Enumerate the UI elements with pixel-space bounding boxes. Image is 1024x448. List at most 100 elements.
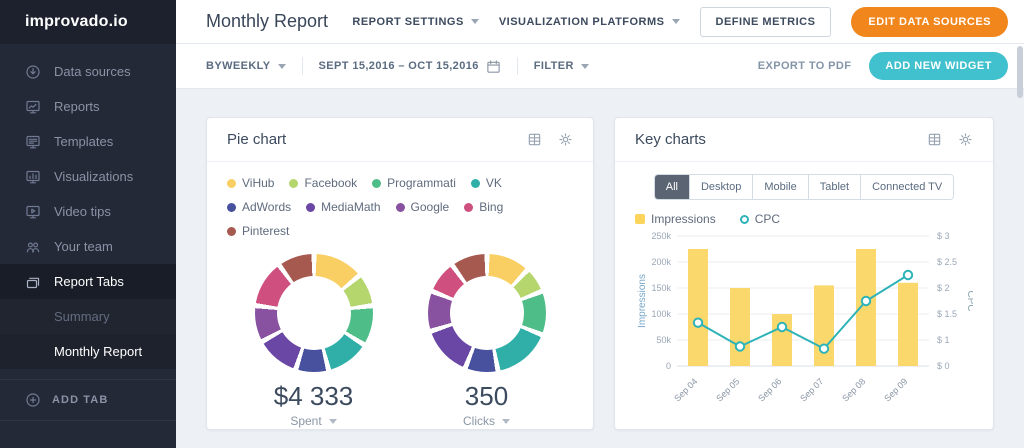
svg-text:0: 0	[666, 361, 671, 371]
svg-text:CPC: CPC	[965, 290, 973, 311]
legend-dot	[227, 202, 236, 212]
device-tabs: All Desktop Mobile Tablet Connected TV	[653, 174, 955, 200]
team-icon	[25, 239, 41, 255]
tab-desktop[interactable]: Desktop	[689, 175, 754, 199]
legend-item-vk[interactable]: VK	[470, 176, 502, 190]
legend-dot	[372, 178, 382, 188]
sidebar-item-visualizations[interactable]: Visualizations	[0, 159, 176, 194]
legend-dot	[395, 202, 405, 212]
sidebar-item-label: Report Tabs	[54, 274, 124, 289]
visualization-platforms-menu[interactable]: VISUALIZATION PLATFORMS	[499, 16, 680, 28]
legend-item-vihub[interactable]: ViHub	[227, 176, 274, 190]
sidebar-item-label: Video tips	[54, 204, 111, 219]
sidebar-subitem-monthly-report[interactable]: Monthly Report	[0, 334, 176, 369]
svg-text:150k: 150k	[651, 283, 671, 293]
legend-dot	[289, 178, 299, 188]
legend-item-impressions[interactable]: Impressions	[635, 212, 716, 226]
svg-text:Sep 06: Sep 06	[756, 376, 783, 403]
chevron-down-icon	[328, 418, 337, 424]
legend-dot	[306, 202, 316, 212]
legend-item-cpc[interactable]: CPC	[739, 212, 780, 226]
legend-item-programmati[interactable]: Programmati	[372, 176, 456, 190]
legend-item-google[interactable]: Google	[395, 200, 450, 214]
sidebar-item-label: Visualizations	[54, 169, 134, 184]
table-view-icon[interactable]	[527, 132, 542, 147]
svg-text:$ 2: $ 2	[937, 283, 950, 293]
date-range-picker[interactable]: SEPT 15,2016 – OCT 15,2016	[319, 59, 501, 74]
export-to-pdf-button[interactable]: EXPORT TO PDF	[758, 60, 852, 72]
clicks-metric-dropdown[interactable]: Clicks	[428, 414, 546, 428]
svg-text:Impressions: Impressions	[637, 274, 648, 328]
legend-item-pinterest[interactable]: Pinterest	[227, 224, 289, 238]
main-content: Pie chart ViHub Facebook Programmati VK AdWo…	[176, 89, 1024, 448]
svg-text:250k: 250k	[651, 231, 671, 241]
filter-dropdown[interactable]: FILTER	[534, 60, 589, 72]
legend-label: Bing	[479, 200, 504, 214]
divider	[301, 57, 303, 75]
visualizations-icon	[25, 169, 41, 185]
legend-label: Google	[410, 200, 450, 214]
tab-tablet[interactable]: Tablet	[808, 175, 862, 199]
combo-legend: Impressions CPC	[635, 212, 973, 226]
add-new-widget-button[interactable]: ADD NEW WIDGET	[869, 52, 1008, 80]
sidebar-item-label: Reports	[54, 99, 100, 114]
divider	[516, 57, 518, 75]
sidebar-item-label: Templates	[54, 134, 114, 149]
edit-data-sources-button[interactable]: EDIT DATA SOURCES	[851, 6, 1008, 37]
sidebar-item-templates[interactable]: Templates	[0, 124, 176, 159]
impressions-cpc-chart: 0 $ 0 50k $ 1 100k $ 1.5 150k $ 2 200k $ 2.5 250k $…	[635, 228, 976, 415]
svg-text:Sep 09: Sep 09	[882, 376, 909, 403]
scrollbar-track	[1017, 46, 1023, 446]
chevron-down-icon	[671, 19, 680, 24]
legend-item-facebook[interactable]: Facebook	[289, 176, 357, 190]
spent-value: $4 333	[273, 381, 354, 411]
legend-dot	[470, 178, 480, 188]
sidebar-item-report-tabs[interactable]: Report Tabs	[0, 264, 176, 299]
spent-metric-dropdown[interactable]: Spent	[255, 414, 373, 428]
gear-icon[interactable]	[958, 132, 973, 147]
sidebar-item-video-tips[interactable]: Video tips	[0, 194, 176, 229]
pie-chart-card: Pie chart ViHub Facebook Programmati VK AdWo…	[206, 117, 594, 430]
donut-column-clicks: 350 Clicks	[427, 254, 546, 428]
legend-label: ViHub	[242, 176, 275, 190]
sidebar-item-reports[interactable]: Reports	[0, 89, 176, 124]
report-settings-menu[interactable]: REPORT SETTINGS	[352, 16, 479, 28]
top-header: Monthly Report REPORT SETTINGS VISUALIZA…	[176, 0, 1024, 44]
svg-text:50k: 50k	[656, 335, 671, 345]
app-logo[interactable]: improvado.io	[0, 0, 176, 44]
svg-text:$ 2.5: $ 2.5	[937, 257, 957, 267]
interval-dropdown[interactable]: BYWEEKLY	[206, 60, 286, 72]
donut-hole	[276, 276, 351, 350]
legend-dot	[464, 202, 474, 212]
legend-item-bing[interactable]: Bing	[464, 200, 503, 214]
table-view-icon[interactable]	[927, 132, 942, 147]
tab-all[interactable]: All	[654, 175, 690, 199]
legend-item-mediamath[interactable]: MediaMath	[306, 200, 381, 214]
tab-mobile[interactable]: Mobile	[753, 175, 809, 199]
legend-dot	[227, 226, 236, 236]
add-tab-button[interactable]: ADD TAB	[0, 379, 176, 421]
tab-connected-tv[interactable]: Connected TV	[861, 175, 954, 199]
pie-card-title: Pie chart	[227, 131, 287, 148]
legend-item-adwords[interactable]: AdWords	[227, 200, 291, 214]
key-charts-card: Key charts All Desktop Mobile Tablet Connect…	[614, 117, 994, 430]
plus-circle-icon	[25, 392, 41, 408]
sidebar-item-your-team[interactable]: Your team	[0, 229, 176, 264]
define-metrics-button[interactable]: DEFINE METRICS	[699, 6, 832, 37]
legend-swatch	[635, 214, 645, 224]
svg-text:200k: 200k	[651, 257, 671, 267]
clicks-value: 350	[464, 381, 509, 411]
chevron-down-icon	[470, 19, 479, 24]
sidebar-item-data-sources[interactable]: Data sources	[0, 54, 176, 89]
svg-text:100k: 100k	[651, 309, 671, 319]
scrollbar-thumb[interactable]	[1017, 46, 1023, 98]
add-tab-label: ADD TAB	[52, 394, 109, 406]
gear-icon[interactable]	[558, 132, 573, 147]
legend-label: MediaMath	[321, 200, 381, 214]
sidebar-subitem-summary[interactable]: Summary	[0, 299, 176, 334]
sidebar: improvado.io Data sources Reports Template…	[0, 0, 176, 448]
legend-label: Pinterest	[242, 224, 290, 238]
svg-text:$ 0: $ 0	[937, 361, 950, 371]
legend-swatch	[739, 214, 749, 224]
pie-legend: ViHub Facebook Programmati VK AdWords MediaMa…	[227, 176, 573, 238]
